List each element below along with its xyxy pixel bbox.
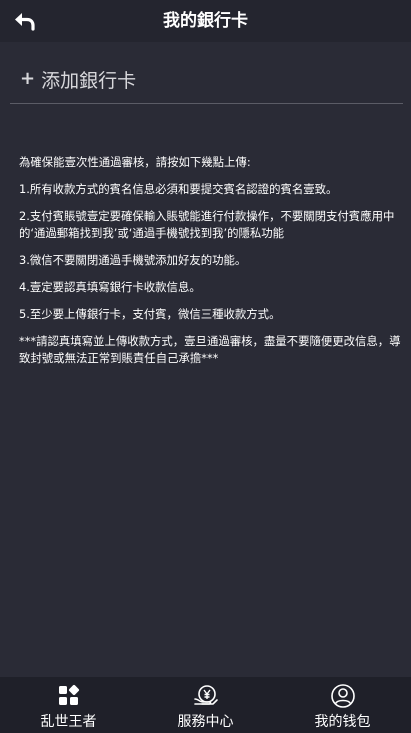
- instruction-item-5: 5.至少要上傳銀行卡，支付賓，微信三種收款方式。: [19, 307, 281, 321]
- tab-game-label: 乱世王者: [40, 714, 97, 730]
- instruction-item-1: 1.所有收款方式的賓名信息必須和要提交賓名認證的賓名壹致。: [19, 182, 338, 196]
- instruction-item-4: 4.壹定要認真填寫銀行卡收款信息。: [19, 280, 201, 294]
- tab-my-wallet-label: 我的钱包: [314, 714, 371, 730]
- service-money-icon: [193, 685, 218, 705]
- add-bank-card-button[interactable]: + 添加銀行卡: [20, 64, 136, 94]
- divider: [10, 103, 403, 104]
- instructions-intro: 為確保能壹次性通過審核，請按如下幾點上傳:: [19, 155, 251, 169]
- instruction-item-2: 2.支付賓賬號壹定要確保輸入賬號能進行付款操作，不要關閉支付賓應用中的‘通過郵箱…: [19, 209, 395, 240]
- page-title: 我的銀行卡: [163, 11, 248, 31]
- tab-service-center[interactable]: 服務中心: [137, 677, 274, 733]
- tab-game[interactable]: 乱世王者: [0, 677, 137, 733]
- grid-apps-icon: [58, 684, 79, 705]
- upload-instructions: 為確保能壹次性通過審核，請按如下幾點上傳: 1.所有收款方式的賓名信息必須和要提…: [19, 154, 407, 377]
- plus-icon: +: [20, 68, 36, 89]
- tab-my-wallet[interactable]: 我的钱包: [274, 677, 411, 733]
- add-bank-card-label: 添加銀行卡: [41, 69, 137, 92]
- tab-service-center-label: 服務中心: [177, 714, 234, 730]
- header-bar: 我的銀行卡: [0, 0, 411, 42]
- user-profile-icon: [330, 684, 355, 708]
- instruction-item-3: 3.微信不要關閉通過手機號添加好友的功能。: [19, 253, 247, 267]
- bottom-tab-bar: 乱世王者 服務中心 我的钱包: [0, 677, 411, 733]
- instruction-warning: ***請認真填寫並上傳收款方式，壹旦通過審核，盡量不要隨便更改信息，導致封號或無…: [19, 334, 401, 365]
